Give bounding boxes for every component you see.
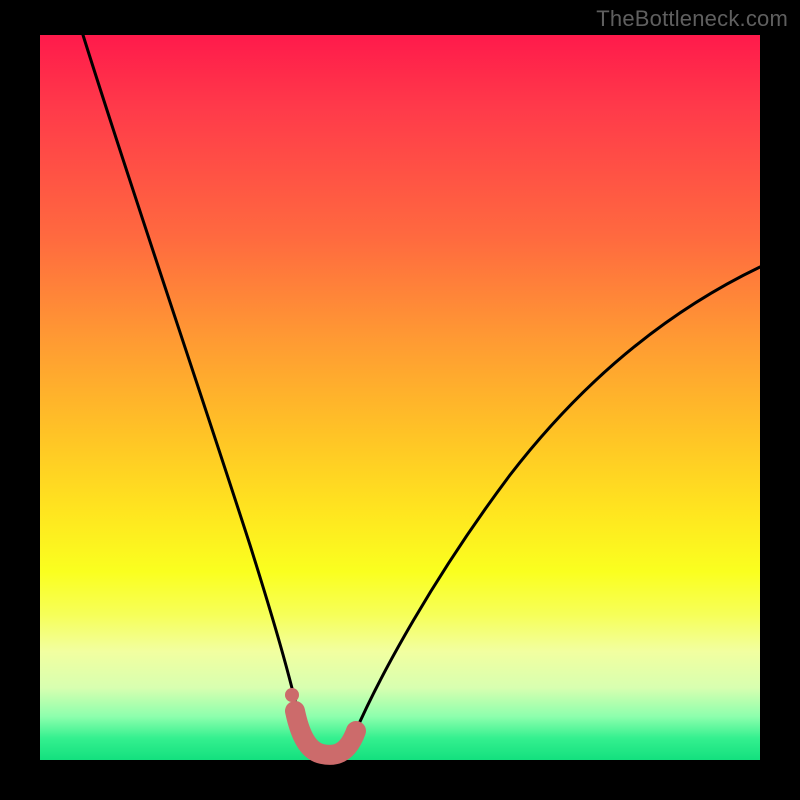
curve-overlay <box>40 35 760 760</box>
outer-frame: TheBottleneck.com <box>0 0 800 800</box>
curve-left-branch <box>83 35 302 730</box>
curve-right-branch <box>354 267 760 735</box>
valley-highlight <box>295 711 356 755</box>
attribution-text: TheBottleneck.com <box>596 6 788 32</box>
left-dot-marker <box>285 688 299 702</box>
